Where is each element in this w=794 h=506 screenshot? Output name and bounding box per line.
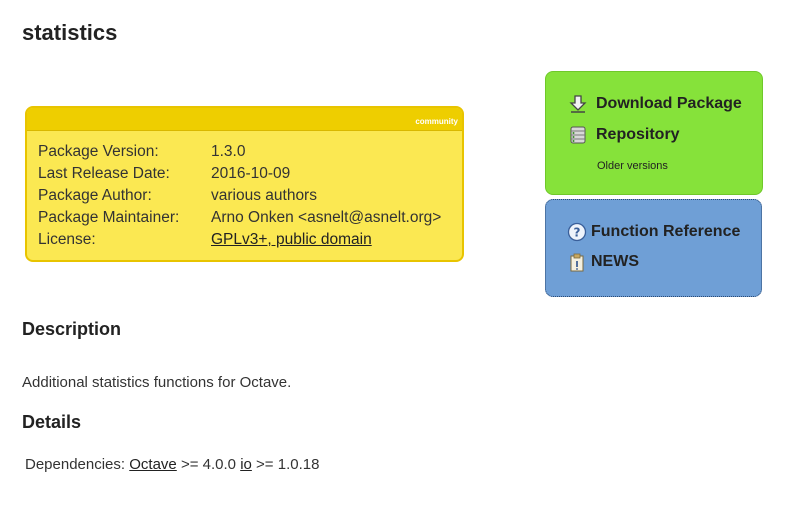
news-label: NEWS: [591, 253, 639, 270]
info-row-maintainer: Package Maintainer: Arno Onken <asnelt@a…: [38, 207, 462, 229]
package-info-header: community: [27, 108, 462, 131]
dependencies-label: Dependencies:: [25, 456, 126, 473]
info-label: Last Release Date:: [38, 165, 170, 182]
info-label: License:: [38, 231, 96, 248]
info-value: 1.3.0: [211, 143, 246, 160]
info-value: Arno Onken <asnelt@asnelt.org>: [211, 209, 442, 226]
download-package-label: Download Package: [596, 95, 742, 112]
info-row-version: Package Version: 1.3.0: [38, 141, 462, 163]
description-heading: Description: [22, 319, 122, 339]
info-row-author: Package Author: various authors: [38, 185, 462, 207]
info-value: 2016-10-09: [211, 165, 291, 182]
dependency-link-octave[interactable]: Octave: [129, 456, 177, 473]
page-title: statistics: [22, 20, 118, 45]
license-link[interactable]: GPLv3+, public domain: [211, 229, 372, 251]
info-label: Package Author:: [38, 187, 152, 204]
dependencies-line: Dependencies: Octave >= 4.0.0 io >= 1.0.…: [25, 456, 319, 473]
dependency-link-io[interactable]: io: [240, 456, 252, 473]
package-info-box: community Package Version: 1.3.0 Last Re…: [25, 106, 464, 262]
dependency-constraint: >= 1.0.18: [256, 456, 320, 473]
repository-link[interactable]: Repository: [568, 125, 680, 145]
older-versions-link[interactable]: Older versions: [597, 160, 668, 172]
function-reference-label: Function Reference: [591, 223, 741, 240]
help-icon: ?: [567, 222, 587, 242]
info-label: Package Version:: [38, 143, 159, 160]
description-text: Additional statistics functions for Octa…: [22, 374, 292, 391]
dependency-constraint: >= 4.0.0: [180, 456, 237, 473]
info-row-license: License: GPLv3+, public domain: [38, 229, 462, 251]
download-arrow-icon: [569, 95, 587, 113]
function-reference-link[interactable]: ? Function Reference: [567, 222, 740, 242]
download-panel: Download Package Repository Older versio…: [545, 71, 763, 195]
repository-label: Repository: [596, 126, 680, 143]
community-tag: community: [415, 117, 458, 126]
package-info-rows: Package Version: 1.3.0 Last Release Date…: [27, 131, 462, 251]
database-icon: [570, 126, 586, 144]
info-value: various authors: [211, 187, 317, 204]
svg-text:?: ?: [574, 226, 581, 240]
details-heading: Details: [22, 412, 82, 432]
info-row-release-date: Last Release Date: 2016-10-09: [38, 163, 462, 185]
reference-panel: ? Function Reference NEWS: [545, 199, 762, 297]
news-link[interactable]: NEWS: [567, 252, 639, 272]
clipboard-icon: [570, 253, 584, 272]
download-package-link[interactable]: Download Package: [568, 94, 742, 114]
info-label: Package Maintainer:: [38, 209, 180, 226]
